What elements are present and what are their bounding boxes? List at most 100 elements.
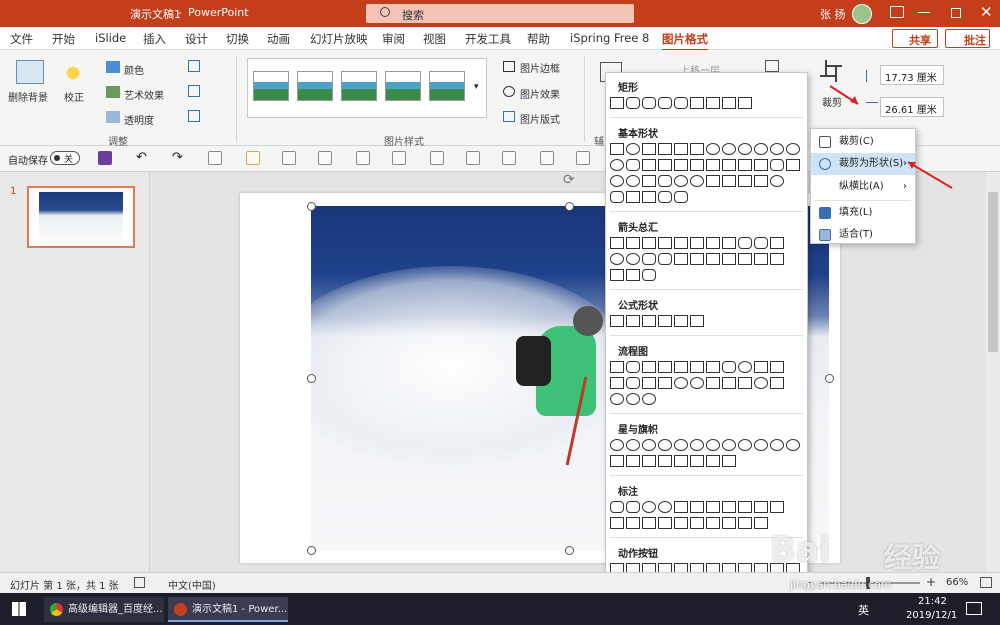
- stars-row-1[interactable]: [610, 439, 800, 453]
- tab-view[interactable]: 视图: [423, 31, 446, 47]
- tab-insert[interactable]: 插入: [143, 31, 166, 47]
- callouts-row-1[interactable]: [610, 501, 784, 515]
- banners-row[interactable]: [610, 455, 736, 469]
- ungroup-icon[interactable]: [318, 151, 332, 165]
- share-button[interactable]: 共享: [892, 29, 938, 48]
- basic-shapes-row-3[interactable]: [610, 175, 784, 189]
- distribute-icon[interactable]: [356, 151, 370, 165]
- resize-handle-tl[interactable]: [307, 202, 316, 211]
- ribbon-display-icon[interactable]: [890, 6, 904, 18]
- language[interactable]: 中文(中国): [168, 577, 216, 592]
- windows-start-icon[interactable]: [12, 602, 26, 616]
- flowchart-row-2[interactable]: [610, 377, 784, 391]
- reset-picture-icon[interactable]: [188, 110, 200, 122]
- search-box[interactable]: 搜索: [366, 4, 634, 23]
- select-icon[interactable]: [246, 151, 260, 165]
- tab-review[interactable]: 审阅: [382, 31, 405, 47]
- thumbnail-image: [39, 192, 123, 244]
- picture-style-4[interactable]: [385, 71, 421, 101]
- group-icon[interactable]: [282, 151, 296, 165]
- picture-effects-button[interactable]: 图片效果: [520, 86, 560, 101]
- slide-thumbnail[interactable]: [27, 186, 135, 248]
- minimize-icon[interactable]: [918, 12, 930, 13]
- callouts-row-2[interactable]: [610, 517, 768, 531]
- vertical-scrollbar[interactable]: [986, 172, 1000, 572]
- restore-icon[interactable]: [951, 8, 961, 18]
- menu-item-fit[interactable]: 适合(T): [811, 224, 915, 246]
- taskbar-app-powerpoint[interactable]: 演示文稿1 - Power...: [168, 597, 288, 622]
- correct-button[interactable]: 校正: [64, 89, 84, 104]
- basic-shapes-row-1[interactable]: [610, 143, 800, 157]
- tab-transitions[interactable]: 切换: [226, 31, 249, 47]
- gallery-more-icon[interactable]: ▾: [474, 82, 479, 92]
- equation-shapes-row[interactable]: [610, 315, 704, 329]
- resize-handle-bl[interactable]: [307, 546, 316, 555]
- shapes-gallery[interactable]: 矩形 基本形状 箭头总汇 公式形状 流程图 星与旗帜 标注 动作按钮: [605, 72, 808, 580]
- artistic-effects-button[interactable]: 艺术效果: [124, 87, 164, 102]
- align-center-icon[interactable]: [392, 151, 406, 165]
- tab-picture-format[interactable]: 图片格式: [662, 31, 708, 51]
- block-arrows-row-1[interactable]: [610, 237, 784, 251]
- avatar[interactable]: [852, 4, 872, 24]
- close-icon[interactable]: ✕: [980, 3, 993, 21]
- tab-slideshow[interactable]: 幻灯片放映: [310, 31, 368, 47]
- compress-icon[interactable]: [188, 60, 200, 72]
- comment-button[interactable]: 批注: [945, 29, 990, 48]
- tab-animations[interactable]: 动画: [267, 31, 290, 47]
- watermark-brand: Bai: [770, 530, 831, 570]
- tab-home[interactable]: 开始: [52, 31, 75, 47]
- taskbar-app-chrome[interactable]: 高级编辑器_百度经...: [44, 597, 164, 622]
- align-right-icon[interactable]: [430, 151, 444, 165]
- powerpoint-icon: [174, 603, 187, 616]
- change-picture-icon[interactable]: [188, 85, 200, 97]
- notification-icon[interactable]: [966, 602, 982, 615]
- rotate-handle-icon[interactable]: ⟳: [563, 172, 575, 188]
- picture-style-2[interactable]: [297, 71, 333, 101]
- picture-border-button[interactable]: 图片边框: [520, 60, 560, 75]
- align-bottom-icon[interactable]: [540, 151, 554, 165]
- align-middle-icon[interactable]: [502, 151, 516, 165]
- chrome-icon: [50, 603, 63, 616]
- distribute-h-icon[interactable]: [576, 151, 590, 165]
- zoom-level[interactable]: 66%: [946, 577, 968, 588]
- redo-icon[interactable]: ↷: [172, 150, 183, 165]
- flowchart-row-1[interactable]: [610, 361, 784, 375]
- fit-slide-icon[interactable]: [980, 577, 992, 588]
- block-arrows-row-2[interactable]: [610, 253, 784, 267]
- resize-handle-mr[interactable]: [825, 374, 834, 383]
- tab-developer[interactable]: 开发工具: [465, 31, 511, 47]
- block-arrows-row-3[interactable]: [610, 269, 656, 283]
- align-left-icon[interactable]: [208, 151, 222, 165]
- tab-ispring[interactable]: iSpring Free 8: [570, 31, 649, 45]
- tab-help[interactable]: 帮助: [527, 31, 550, 47]
- resize-handle-bc[interactable]: [565, 546, 574, 555]
- user-name[interactable]: 张 扬: [820, 6, 846, 22]
- flowchart-row-3[interactable]: [610, 393, 656, 407]
- section-stars-banners: 星与旗帜: [618, 425, 658, 436]
- scrollbar-thumb[interactable]: [988, 192, 998, 352]
- ime-indicator[interactable]: 英: [858, 602, 869, 618]
- basic-shapes-row-4[interactable]: [610, 191, 688, 205]
- tab-file[interactable]: 文件: [10, 31, 33, 47]
- align-icon[interactable]: [765, 60, 779, 72]
- rectangles-row[interactable]: [610, 97, 752, 111]
- picture-style-5[interactable]: [429, 71, 465, 101]
- zoom-in-button[interactable]: +: [926, 575, 936, 589]
- picture-style-3[interactable]: [341, 71, 377, 101]
- autosave-toggle[interactable]: 关: [50, 151, 80, 165]
- picture-style-1[interactable]: [253, 71, 289, 101]
- basic-shapes-row-2[interactable]: [610, 159, 800, 173]
- notes-icon[interactable]: [134, 577, 145, 588]
- color-button[interactable]: 颜色: [124, 62, 144, 77]
- save-icon[interactable]: [98, 151, 112, 165]
- align-top-icon[interactable]: [466, 151, 480, 165]
- undo-icon[interactable]: ↶: [136, 150, 147, 165]
- transparency-button[interactable]: 透明度: [124, 112, 154, 127]
- tab-islide[interactable]: iSlide: [95, 31, 126, 45]
- tab-design[interactable]: 设计: [185, 31, 208, 47]
- resize-handle-tc[interactable]: [565, 202, 574, 211]
- menu-item-fill[interactable]: 填充(L): [811, 202, 915, 224]
- picture-layout-button[interactable]: 图片版式: [520, 111, 560, 126]
- remove-background-button[interactable]: 删除背景: [8, 89, 48, 104]
- resize-handle-ml[interactable]: [307, 374, 316, 383]
